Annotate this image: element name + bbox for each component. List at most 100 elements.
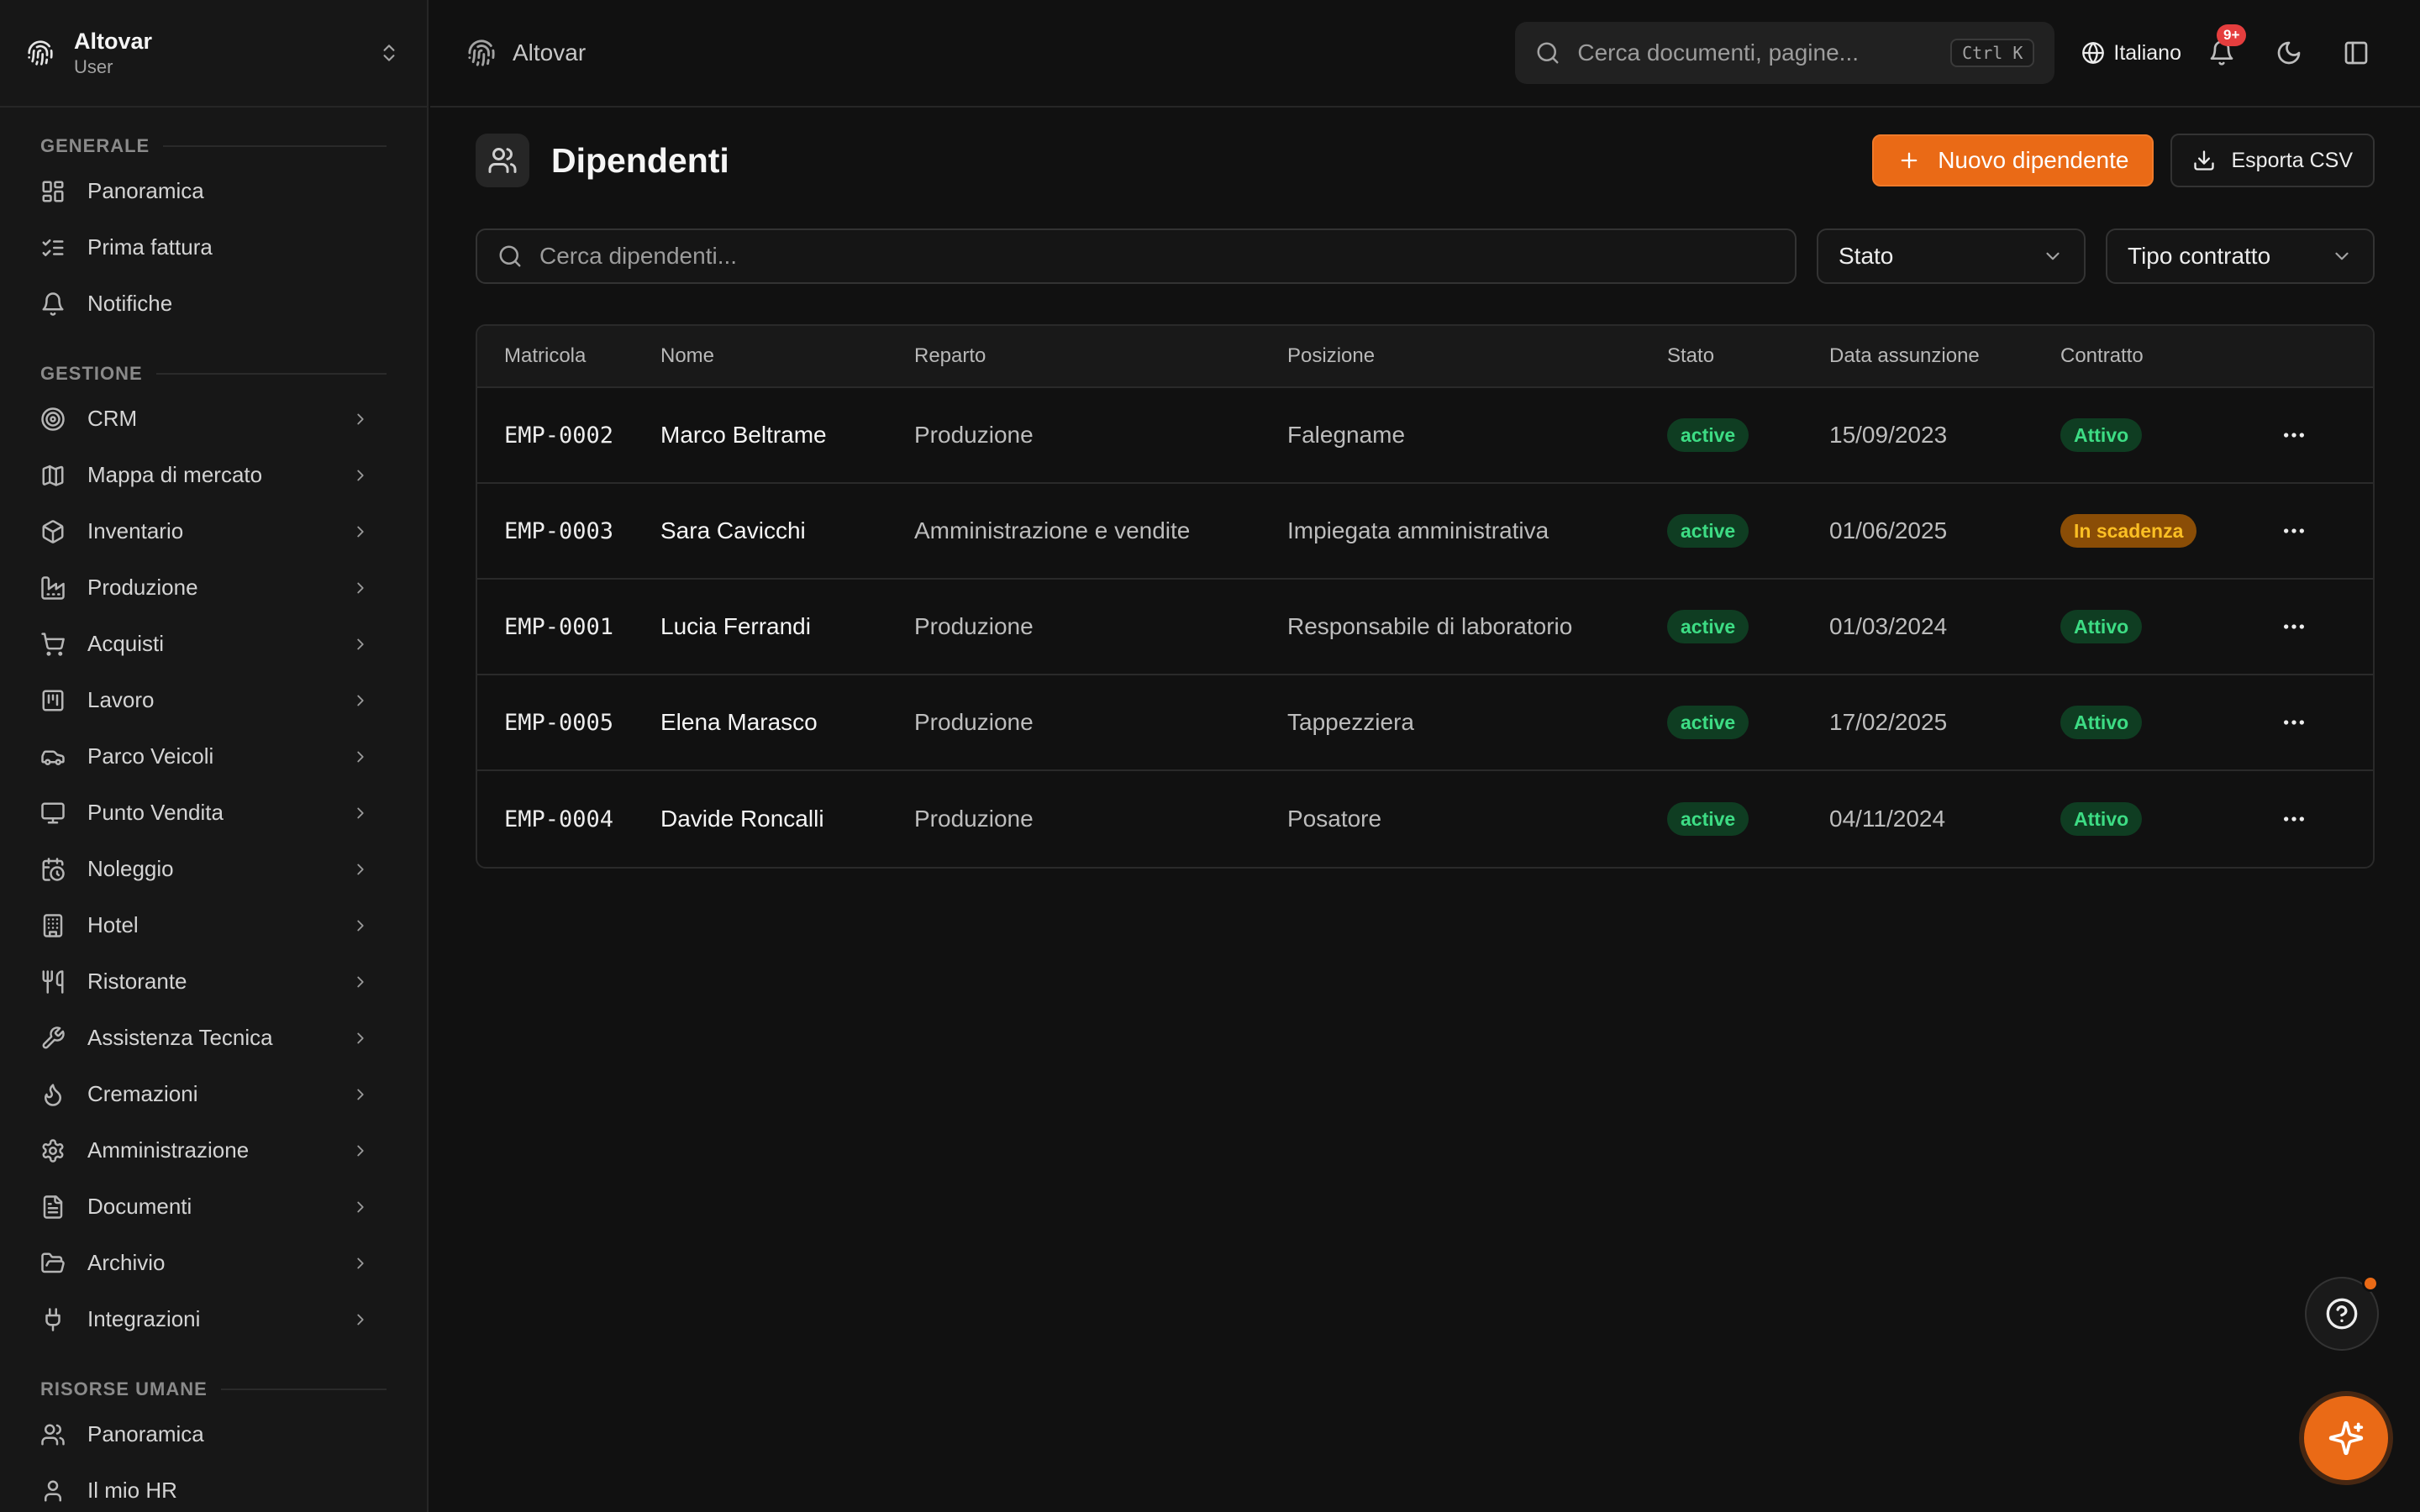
nav-section: GESTIONE CRM Mappa di mercato Inventario… [0, 332, 427, 1347]
sidebar-item-label: Lavoro [87, 687, 155, 712]
sidebar-item-label: Panoramica [87, 178, 204, 203]
monitor-icon [41, 802, 65, 823]
table-row[interactable]: EMP-0002 Marco Beltrame Produzione Faleg… [477, 388, 2373, 484]
chevron-right-icon [357, 526, 364, 537]
theme-toggle[interactable] [2262, 26, 2316, 80]
chevrons-up-down-icon [383, 45, 395, 61]
dashboard-icon [42, 181, 64, 202]
status-filter[interactable]: Stato [1817, 228, 2086, 284]
language-label: Italiano [2113, 40, 2181, 65]
more-horizontal-icon[interactable] [2281, 422, 2307, 449]
more-horizontal-icon[interactable] [2281, 709, 2307, 736]
table-row[interactable]: EMP-0001 Lucia Ferrandi Produzione Respo… [477, 580, 2373, 675]
chevron-right-icon [357, 751, 364, 762]
sparkles-icon [2328, 1420, 2364, 1456]
org-switcher[interactable]: Altovar User [0, 0, 427, 108]
sidebar-item-assistenza-tecnica[interactable]: Assistenza Tecnica [0, 1010, 427, 1066]
ai-assistant-button[interactable] [2304, 1396, 2388, 1480]
status-badge: active [1667, 514, 1749, 548]
table-row[interactable]: EMP-0003 Sara Cavicchi Amministrazione e… [477, 484, 2373, 580]
package-icon [42, 519, 64, 543]
employee-name: Lucia Ferrandi [660, 613, 811, 639]
help-indicator-dot [2362, 1275, 2379, 1292]
more-horizontal-icon[interactable] [2281, 806, 2307, 832]
bell-icon [42, 291, 64, 316]
chevron-right-icon [357, 1201, 364, 1212]
sidebar-item-panoramica[interactable]: Panoramica [0, 163, 427, 219]
sidebar-toggle[interactable] [2329, 26, 2383, 80]
globe-icon [2082, 42, 2105, 64]
more-horizontal-icon[interactable] [2281, 517, 2307, 544]
sidebar-item-produzione[interactable]: Produzione [0, 559, 427, 616]
sidebar-item-punto-vendita[interactable]: Punto Vendita [0, 785, 427, 841]
sidebar-item-prima-fattura[interactable]: Prima fattura [0, 219, 427, 276]
export-csv-button[interactable]: Esporta CSV [2170, 134, 2375, 187]
sidebar-item-integrazioni[interactable]: Integrazioni [0, 1291, 427, 1347]
sidebar-item-label: Il mio HR [87, 1478, 177, 1503]
column-header[interactable]: Reparto [914, 344, 1287, 368]
chevron-right-icon [357, 470, 364, 480]
table-row[interactable]: EMP-0005 Elena Marasco Produzione Tappez… [477, 675, 2373, 771]
wrench-icon [42, 1026, 65, 1048]
table-row[interactable]: EMP-0004 Davide Roncalli Produzione Posa… [477, 771, 2373, 867]
topbar: Altovar Cerca documenti, pagine... Ctrl … [430, 0, 2420, 108]
contract-badge: Attivo [2060, 706, 2143, 739]
employee-search-input[interactable] [539, 243, 1775, 270]
sidebar-item-archivio[interactable]: Archivio [0, 1235, 427, 1291]
sidebar-item-amministrazione[interactable]: Amministrazione [0, 1122, 427, 1179]
employee-position: Falegname [1287, 422, 1406, 448]
sidebar-item-mappa-di-mercato[interactable]: Mappa di mercato [0, 447, 427, 503]
sidebar-item-label: Hotel [87, 912, 139, 937]
employee-position: Tappezziera [1287, 709, 1414, 735]
panel-left-icon [2344, 41, 2368, 65]
column-header[interactable]: Matricola [477, 344, 660, 368]
chevron-right-icon [357, 976, 364, 987]
help-button[interactable] [2305, 1275, 2379, 1351]
sidebar-item-lavoro[interactable]: Lavoro [0, 672, 427, 728]
divider [163, 145, 387, 147]
chevron-right-icon [357, 1257, 364, 1268]
employee-position: Responsabile di laboratorio [1287, 613, 1573, 639]
sidebar-item-noleggio[interactable]: Noleggio [0, 841, 427, 897]
employee-name: Marco Beltrame [660, 422, 827, 448]
notifications-button[interactable]: 9+ [2195, 24, 2249, 80]
sidebar-item-inventario[interactable]: Inventario [0, 503, 427, 559]
sidebar-item-documenti[interactable]: Documenti [0, 1179, 427, 1235]
hire-date: 17/02/2025 [1829, 709, 1948, 735]
fingerprint-icon [28, 40, 53, 66]
sidebar-item-cremazioni[interactable]: Cremazioni [0, 1066, 427, 1122]
employee-search [476, 228, 1797, 284]
chevron-right-icon [357, 864, 364, 874]
sidebar-item-parco-veicoli[interactable]: Parco Veicoli [0, 728, 427, 785]
column-header[interactable]: Stato [1667, 344, 1829, 368]
sidebar-item-acquisti[interactable]: Acquisti [0, 616, 427, 672]
status-badge: active [1667, 802, 1749, 836]
sidebar-item-hotel[interactable]: Hotel [0, 897, 427, 953]
chevron-right-icon [357, 807, 364, 818]
nav-section-title: GESTIONE [0, 357, 427, 391]
chevron-right-icon [357, 1089, 364, 1100]
language-switcher[interactable]: Italiano [2081, 41, 2181, 66]
contract-type-filter[interactable]: Tipo contratto [2106, 228, 2375, 284]
sidebar-item-crm[interactable]: CRM [0, 391, 427, 447]
sidebar-item-label: Prima fattura [87, 234, 213, 260]
contract-type-filter-label: Tipo contratto [2128, 243, 2271, 269]
sidebar-item-il-mio-hr[interactable]: Il mio HR [0, 1462, 427, 1512]
column-header[interactable]: Data assunzione [1829, 344, 2060, 368]
column-header[interactable]: Nome [660, 344, 914, 368]
column-header[interactable]: Posizione [1287, 344, 1667, 368]
hire-date: 15/09/2023 [1829, 422, 1948, 448]
sidebar-item-ristorante[interactable]: Ristorante [0, 953, 427, 1010]
fingerprint-icon [468, 39, 495, 66]
sidebar: Altovar User GENERALE Panoramica Prima f… [0, 0, 429, 1512]
global-search-placeholder: Cerca documenti, pagine... [1577, 39, 1860, 66]
global-search[interactable]: Cerca documenti, pagine... Ctrl K [1515, 22, 2055, 84]
breadcrumb[interactable]: Altovar [513, 39, 1515, 66]
chevron-right-icon [357, 1145, 364, 1156]
more-horizontal-icon[interactable] [2281, 613, 2307, 640]
sidebar-item-notifiche[interactable]: Notifiche [0, 276, 427, 332]
new-employee-button[interactable]: Nuovo dipendente [1872, 134, 2154, 186]
column-header[interactable]: Contratto [2060, 344, 2281, 368]
sidebar-item-panoramica[interactable]: Panoramica [0, 1406, 427, 1462]
status-badge: active [1667, 610, 1749, 643]
